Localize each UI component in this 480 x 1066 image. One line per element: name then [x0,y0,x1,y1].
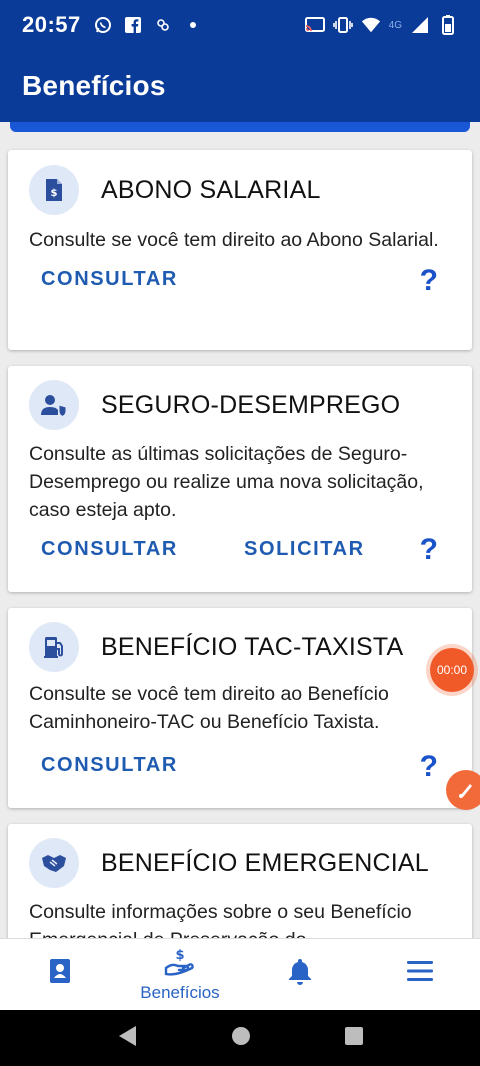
status-bar: 20:57 4G [0,0,480,50]
brush-icon[interactable] [446,770,480,810]
svg-text:$: $ [175,948,184,963]
card-description: Consulte se você tem direito ao Abono Sa… [29,229,439,251]
svg-text:$: $ [51,188,58,199]
card-seguro-desemprego: SEGURO-DESEMPREGO Consulte as últimas so… [8,366,472,592]
card-abono-salarial: $ ABONO SALARIAL Consulte se você tem di… [8,150,472,350]
screen-recorder-timer[interactable]: 00:00 [430,648,474,692]
nav-profile[interactable] [0,939,120,1010]
card-title: ABONO SALARIAL [101,175,321,204]
consultar-button[interactable]: CONSULTAR [41,754,178,777]
menu-icon [407,960,433,987]
vibrate-icon [332,16,353,34]
card-title: BENEFÍCIO EMERGENCIAL [101,848,429,877]
nav-beneficios[interactable]: $ Benefícios [120,939,240,1010]
document-money-icon: $ [29,165,79,215]
fuel-pump-icon [29,622,79,672]
recorder-time: 00:00 [436,663,468,677]
notification-icons [93,16,203,34]
cast-icon [304,16,325,34]
app-bar: Benefícios [0,50,480,122]
card-description: Consulte informações sobre o seu Benefíc… [29,901,412,938]
person-shield-icon [29,380,79,430]
dot-icon [183,16,203,34]
id-card-icon [49,958,71,989]
handshake-icon [29,838,79,888]
system-navigation-bar [0,1010,480,1066]
bottom-navigation: $ Benefícios [0,938,480,1010]
battery-icon [438,15,458,35]
card-description: Consulte se você tem direito ao Benefíci… [29,683,389,733]
nav-menu[interactable] [360,939,480,1010]
signal-icon [410,16,430,34]
benefits-list[interactable]: $ ABONO SALARIAL Consulte se você tem di… [0,122,480,938]
bell-icon [287,957,313,990]
back-icon[interactable] [116,1024,138,1053]
card-description: Consulte as últimas solicitações de Segu… [29,443,424,521]
page-title: Benefícios [22,70,166,101]
card-title: SEGURO-DESEMPREGO [101,390,401,419]
help-button[interactable]: ? [420,264,438,298]
nav-notifications[interactable] [240,939,360,1010]
facebook-icon [123,16,143,34]
status-time: 20:57 [22,12,81,37]
card-beneficio-emergencial: BENEFÍCIO EMERGENCIAL Consulte informaçõ… [8,824,472,938]
nav-label: Benefícios [140,983,220,1002]
network-type-label: 4G [388,20,402,31]
home-icon[interactable] [230,1025,252,1052]
app-notification-icon [153,16,173,34]
card-title: BENEFÍCIO TAC-TAXISTA [101,632,404,661]
system-icons: 4G [304,15,458,35]
card-beneficio-tac-taxista: BENEFÍCIO TAC-TAXISTA Consulte se você t… [8,608,472,808]
previous-card-edge [10,122,470,132]
solicitar-button[interactable]: SOLICITAR [244,538,365,561]
help-button[interactable]: ? [420,750,438,784]
whatsapp-icon [93,16,113,34]
consultar-button[interactable]: CONSULTAR [41,268,178,291]
consultar-button[interactable]: CONSULTAR [41,538,178,561]
wifi-icon [361,16,381,34]
help-button[interactable]: ? [420,533,438,567]
recents-icon[interactable] [344,1026,364,1051]
hand-money-icon: $ [163,946,197,981]
